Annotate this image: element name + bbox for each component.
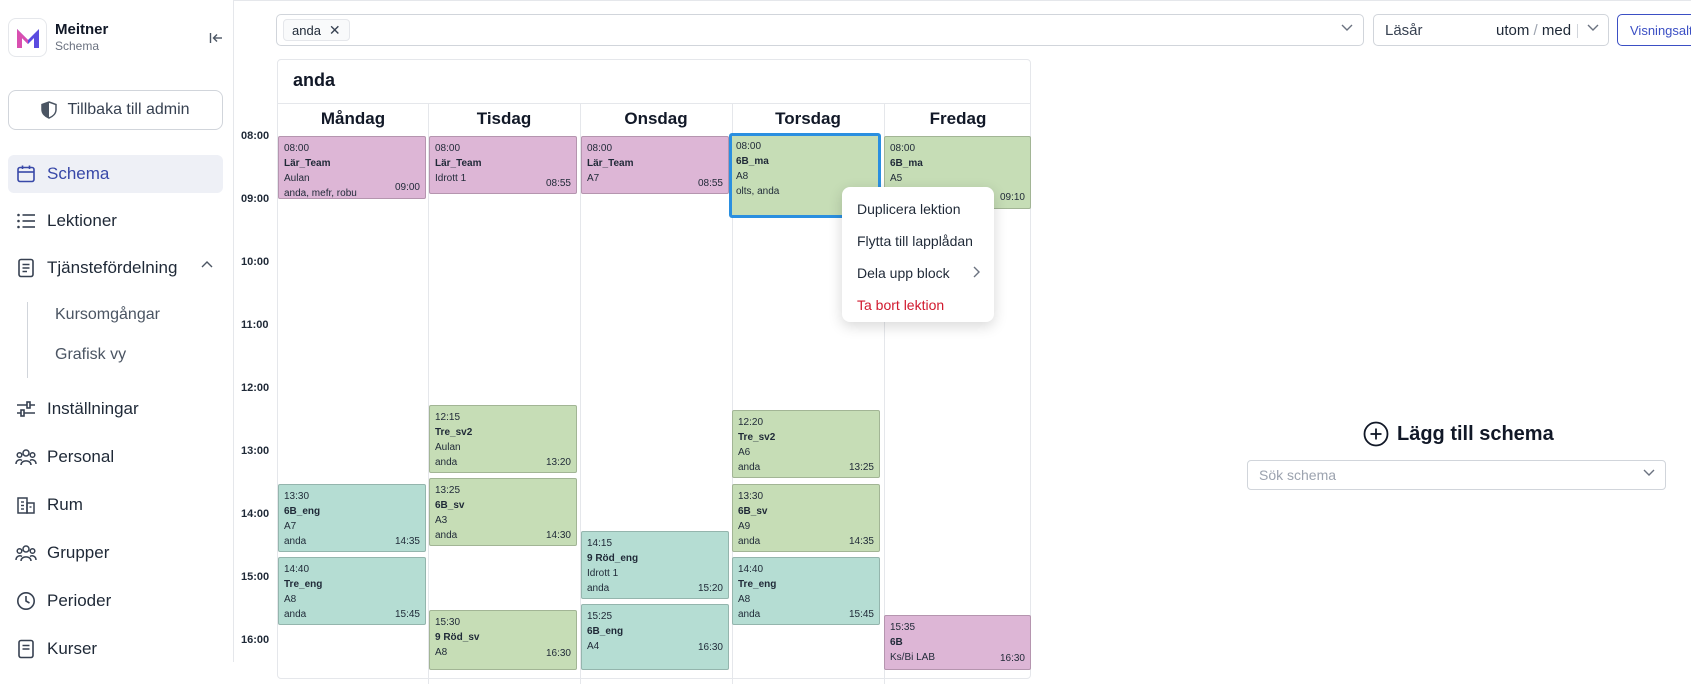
plus-circle-icon	[1363, 421, 1389, 447]
toggle-option-utom[interactable]: utom	[1496, 22, 1529, 39]
delete-lesson-item[interactable]: Ta bort lektion	[842, 289, 994, 321]
split-block-label: Dela upp block	[857, 265, 950, 281]
display-options-button[interactable]: Visningsalternativ	[1617, 14, 1691, 46]
back-to-admin-button[interactable]: Tillbaka till admin	[8, 90, 223, 130]
nav-subitem-grafisk-vy[interactable]: Grafisk vy	[55, 346, 126, 364]
lesson-card[interactable]: 14:40 Tre_eng A8 anda 15:45	[278, 557, 426, 625]
sliders-icon	[17, 401, 35, 417]
group-icon	[15, 545, 37, 562]
move-to-box-item[interactable]: Flytta till lapplådan	[842, 225, 994, 257]
lesson-card[interactable]: 13:25 6B_sv A3 anda 14:30	[429, 478, 577, 546]
time-label: 14:00	[241, 508, 270, 520]
time-label: 09:00	[241, 193, 270, 205]
brand-name: Meitner	[55, 21, 109, 38]
lesson-card[interactable]: 12:20 Tre_sv2 A6 anda 13:25	[732, 410, 880, 478]
clock-icon	[17, 592, 35, 610]
lesson-card[interactable]: 08:00 Lär_Team A7 08:55	[581, 136, 729, 194]
document-icon	[18, 258, 34, 278]
time-label: 15:00	[241, 571, 270, 583]
lesson-card[interactable]: 14:15 9 Röd_eng Idrott 1 anda 15:20	[581, 531, 729, 599]
day-header-tuesday: Tisdag	[476, 109, 532, 128]
brand-subtitle: Schema	[55, 39, 100, 53]
brand[interactable]: Meitner Schema	[8, 18, 108, 57]
top-border	[0, 0, 1691, 1]
chevron-down-icon[interactable]	[1587, 24, 1599, 32]
day-header-thursday: Torsdag	[775, 109, 841, 128]
nav-label-perioder: Perioder	[47, 591, 112, 610]
context-menu: Duplicera lektion Flytta till lapplådan …	[842, 187, 994, 322]
search-schedule-input[interactable]	[1248, 461, 1628, 489]
nav-item-installningar[interactable]: Inställningar	[8, 390, 223, 428]
year-toggle[interactable]: utom / med	[1496, 22, 1571, 39]
calendar-icon	[17, 165, 35, 183]
chevron-down-icon[interactable]	[1341, 24, 1353, 32]
shield-icon	[41, 101, 58, 119]
nav-item-rum[interactable]: Rum	[8, 486, 223, 524]
nav-subitem-kursomgangar[interactable]: Kursomgångar	[55, 306, 160, 324]
divider	[278, 103, 1030, 104]
nav-label-kurser: Kurser	[47, 639, 98, 658]
school-year-select[interactable]: Läsår utom / med	[1373, 14, 1609, 46]
split-block-item[interactable]: Dela upp block	[842, 257, 994, 289]
time-label: 11:00	[241, 319, 269, 331]
lesson-card[interactable]: 15:25 6B_eng A4 16:30	[581, 604, 729, 670]
add-schedule-button[interactable]: Lägg till schema	[1363, 421, 1554, 447]
nav-label-installningar: Inställningar	[47, 399, 139, 418]
nav-item-perioder[interactable]: Perioder	[8, 582, 223, 620]
time-label: 13:00	[241, 445, 270, 457]
lesson-card[interactable]: 08:00 Lär_Team Aulan anda, mefr, robu 09…	[278, 136, 426, 199]
nav-label-lektioner: Lektioner	[47, 211, 117, 230]
toggle-option-med[interactable]: med	[1542, 22, 1571, 39]
nav-item-tjanstefordelning[interactable]: Tjänstefördelning	[8, 249, 223, 287]
time-label: 16:00	[241, 634, 270, 646]
nav-item-schema[interactable]: Schema	[8, 155, 223, 193]
collapse-sidebar-button[interactable]	[206, 28, 226, 48]
book-icon	[18, 639, 34, 659]
nav-label-rum: Rum	[47, 495, 83, 514]
time-label: 08:00	[241, 130, 270, 142]
toggle-separator: /	[1533, 22, 1538, 39]
duplicate-lesson-item[interactable]: Duplicera lektion	[842, 193, 994, 225]
back-to-admin-label: Tillbaka till admin	[67, 101, 190, 118]
add-schedule-label: Lägg till schema	[1397, 422, 1554, 445]
search-schedule-select[interactable]	[1247, 460, 1666, 490]
chevron-right-icon	[973, 266, 980, 278]
remove-chip-icon[interactable]: ✕	[329, 22, 341, 39]
lesson-card[interactable]: 12:15 Tre_sv2 Aulan anda 13:20	[429, 405, 577, 473]
nav-label-personal: Personal	[47, 447, 115, 466]
select-divider	[1577, 24, 1578, 38]
day-header-monday: Måndag	[320, 109, 386, 128]
nav-item-grupper[interactable]: Grupper	[8, 534, 223, 572]
nav-label-tjanstefordelning: Tjänstefördelning	[47, 258, 178, 277]
time-label: 10:00	[241, 256, 270, 268]
nav-label-grupper: Grupper	[47, 543, 110, 562]
submenu-line	[27, 302, 28, 378]
schedule-title: anda	[293, 70, 336, 90]
lesson-card[interactable]: 13:30 6B_eng A7 anda 14:35	[278, 484, 426, 552]
chevron-up-icon	[201, 261, 213, 268]
filter-chip-label: anda	[292, 22, 321, 38]
meitner-logo-icon	[8, 18, 47, 57]
nav-item-kurser[interactable]: Kurser	[8, 630, 223, 668]
nav-item-personal[interactable]: Personal	[8, 438, 223, 476]
school-year-label: Läsår	[1385, 22, 1423, 39]
list-icon	[17, 213, 35, 229]
chevron-down-icon[interactable]	[1643, 469, 1655, 477]
filter-chip: anda ✕	[283, 19, 350, 41]
schedule-filter-select[interactable]: anda ✕	[276, 14, 1364, 46]
lesson-card[interactable]: 13:30 6B_sv A9 anda 14:35	[732, 484, 880, 552]
day-header-wednesday: Onsdag	[624, 109, 688, 128]
day-header-friday: Fredag	[929, 109, 987, 128]
lesson-card[interactable]: 14:40 Tre_eng A8 anda 15:45	[732, 557, 880, 625]
building-icon	[17, 497, 35, 514]
collapse-left-icon	[209, 33, 222, 43]
sidebar: Meitner Schema Tillbaka till admin Schem…	[0, 0, 234, 662]
nav-item-lektioner[interactable]: Lektioner	[8, 202, 223, 240]
lesson-card[interactable]: 08:00 Lär_Team Idrott 1 08:55	[429, 136, 577, 194]
people-icon	[15, 449, 37, 466]
nav-label-schema: Schema	[47, 164, 110, 183]
time-label: 12:00	[241, 382, 270, 394]
lesson-card[interactable]: 15:30 9 Röd_sv A8 16:30	[429, 610, 577, 670]
